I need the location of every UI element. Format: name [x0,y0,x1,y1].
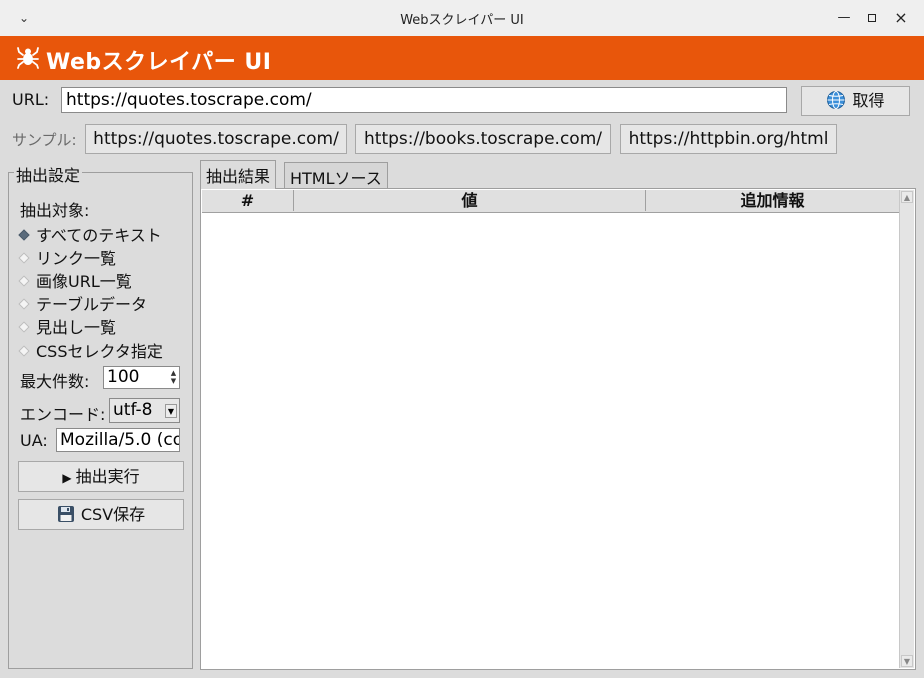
floppy-disk-icon [57,506,74,522]
settings-panel-title: 抽出設定 [14,162,83,186]
results-pane: # 値 追加情報 ▲ ▼ [200,188,916,670]
radio-label: リンク一覧 [36,249,117,268]
radio-label: すべてのテキスト [36,226,162,245]
app-title: Webスクレイパー UI [46,50,272,75]
encoding-label: エンコード: [20,405,106,424]
tab-html-source[interactable]: HTMLソース [284,162,388,188]
title-bar: ⌄ Webスクレイパー UI — × [0,0,924,37]
minimize-button[interactable]: — [833,7,855,29]
globe-icon [827,91,846,109]
radio-indicator [18,275,30,287]
csv-label: CSV保存 [80,505,146,524]
results-table-header: # 値 追加情報 [202,190,900,213]
close-button[interactable]: × [890,7,912,29]
run-extract-button[interactable]: ▶ 抽出実行 [18,461,184,492]
play-icon: ▶ [62,471,72,485]
dropdown-arrow-icon[interactable]: ▼ [165,404,177,418]
spider-icon [17,47,39,69]
target-label: 抽出対象: [20,201,90,220]
sample-button-quotes[interactable]: https://quotes.toscrape.com/ [85,124,347,154]
app-window: ⌄ Webスクレイパー UI — × Webスクレイパー UI URL: htt… [0,0,924,678]
fetch-button[interactable]: 取得 [801,86,910,116]
save-csv-button[interactable]: CSV保存 [18,499,184,530]
tab-extract-results[interactable]: 抽出結果 [200,160,277,189]
ua-label: UA: [20,431,48,450]
radio-label: テーブルデータ [36,295,148,314]
sample-button-httpbin[interactable]: https://httpbin.org/html [620,124,837,154]
encoding-combobox[interactable]: utf-8 ▼ [109,398,180,423]
results-table-body[interactable] [202,213,900,668]
radio-css-selector[interactable]: CSSセレクタ指定 [18,338,163,362]
ua-input[interactable]: Mozilla/5.0 (co [56,428,180,452]
run-label: 抽出実行 [75,467,140,486]
max-count-value: 100 [107,367,140,387]
radio-indicator [18,345,30,357]
radio-indicator [18,298,30,310]
vertical-scrollbar[interactable]: ▲ ▼ [899,190,914,668]
spin-arrows-icon[interactable]: ▲ ▼ [169,369,178,385]
radio-table-data[interactable]: テーブルデータ [18,291,148,315]
sample-label: サンプル: [12,131,77,149]
radio-label: CSSセレクタ指定 [36,342,163,361]
max-count-spinbox[interactable]: 100 ▲ ▼ [103,366,180,389]
column-header-extra-info[interactable]: 追加情報 [646,190,900,211]
url-input[interactable]: https://quotes.toscrape.com/ [61,87,787,113]
radio-indicator [18,229,30,241]
encoding-value: utf-8 [113,400,153,420]
radio-headings[interactable]: 見出し一覧 [18,314,117,338]
radio-image-urls[interactable]: 画像URL一覧 [18,268,132,292]
sample-button-books[interactable]: https://books.toscrape.com/ [355,124,611,154]
scroll-up-arrow-icon[interactable]: ▲ [901,191,913,203]
maximize-button[interactable] [861,7,883,29]
column-header-value[interactable]: 値 [294,190,646,211]
max-count-label: 最大件数: [20,372,90,391]
url-label: URL: [12,90,50,109]
radio-label: 画像URL一覧 [36,272,132,291]
window-title: Webスクレイパー UI [400,13,524,28]
column-header-index[interactable]: # [202,190,294,211]
radio-indicator [18,252,30,264]
app-header: Webスクレイパー UI [0,36,924,80]
radio-indicator [18,321,30,333]
radio-all-text[interactable]: すべてのテキスト [18,222,162,246]
radio-links[interactable]: リンク一覧 [18,245,117,269]
radio-label: 見出し一覧 [36,318,117,337]
fetch-label: 取得 [852,91,885,110]
scroll-down-arrow-icon[interactable]: ▼ [901,655,913,667]
